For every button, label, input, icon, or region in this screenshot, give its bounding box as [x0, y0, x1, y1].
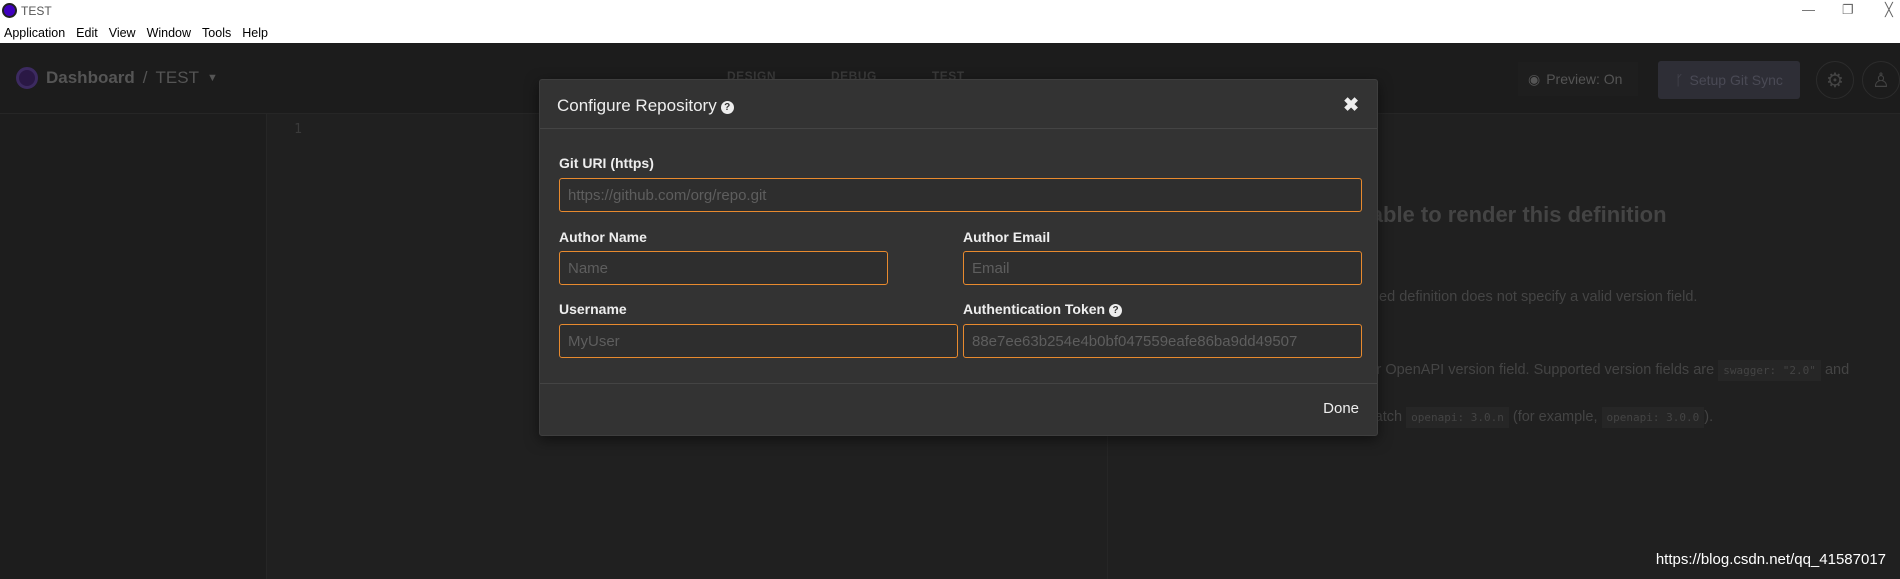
author-email-input[interactable]: [963, 251, 1362, 285]
git-uri-input[interactable]: [559, 178, 1362, 212]
user-icon: ♙: [1872, 69, 1890, 92]
modal-footer: Done: [540, 383, 1377, 435]
workspace-name[interactable]: TEST: [156, 68, 199, 88]
author-name-input[interactable]: [559, 251, 888, 285]
menu-view[interactable]: View: [109, 26, 136, 40]
menu-application[interactable]: Application: [4, 26, 65, 40]
git-uri-label: Git URI (https): [559, 155, 654, 171]
auth-token-label-text: Authentication Token: [963, 301, 1106, 317]
auth-token-input[interactable]: [963, 324, 1362, 358]
breadcrumb-separator: /: [142, 68, 148, 87]
help-icon[interactable]: ?: [1109, 304, 1123, 317]
auth-token-label: Authentication Token?: [963, 301, 1123, 317]
insomnia-logo-icon: [16, 67, 38, 89]
detail-text: (for example,: [1512, 409, 1598, 425]
close-window-icon[interactable]: ╳: [1885, 2, 1893, 18]
username-input[interactable]: [559, 324, 958, 358]
line-numbers: 1: [268, 114, 308, 579]
preview-label: Preview: On: [1546, 71, 1623, 87]
code-openapi-example: openapi: 3.0.0: [1601, 407, 1705, 428]
breadcrumb[interactable]: Dashboard / TEST ▼: [16, 67, 218, 89]
detail-text: ).: [1704, 409, 1714, 425]
settings-button[interactable]: ⚙: [1816, 61, 1854, 99]
modal-header: Configure Repository? ✖: [540, 80, 1377, 129]
line-number: 1: [294, 122, 302, 137]
menu-window[interactable]: Window: [147, 26, 191, 40]
watermark: https://blog.csdn.net/qq_41587017: [1655, 551, 1886, 568]
eye-icon: ◉: [1528, 70, 1541, 87]
breadcrumb-root[interactable]: Dashboard: [46, 68, 135, 88]
close-icon[interactable]: ✖: [1343, 94, 1359, 117]
code-swagger: swagger: "2.0": [1718, 360, 1821, 381]
done-button[interactable]: Done: [1323, 400, 1359, 417]
author-email-label: Author Email: [963, 229, 1051, 245]
git-sync-label: Setup Git Sync: [1689, 72, 1783, 88]
help-icon[interactable]: ?: [720, 101, 734, 114]
caret-down-icon[interactable]: ▼: [207, 72, 218, 84]
code-openapi-pattern: openapi: 3.0.n: [1406, 407, 1509, 428]
restore-icon[interactable]: ❐: [1842, 2, 1854, 18]
modal-title-text: Configure Repository: [557, 96, 717, 115]
git-branch-icon: ᚴ: [1675, 72, 1684, 88]
window-title: TEST: [21, 4, 52, 18]
preview-toggle[interactable]: ◉ Preview: On: [1518, 62, 1638, 96]
menu-bar: Application Edit View Window Tools Help: [0, 22, 1900, 43]
menu-tools[interactable]: Tools: [202, 26, 231, 40]
gear-icon: ⚙: [1826, 69, 1844, 92]
account-button[interactable]: ♙: [1862, 61, 1900, 99]
author-name-label: Author Name: [559, 229, 647, 245]
menu-help[interactable]: Help: [242, 26, 268, 40]
sidebar: [0, 114, 267, 579]
configure-repository-modal: Configure Repository? ✖ Git URI (https) …: [539, 79, 1378, 436]
setup-git-sync-button[interactable]: ᚴ Setup Git Sync: [1658, 61, 1800, 99]
app-logo-icon: [2, 3, 17, 18]
modal-title: Configure Repository?: [557, 96, 734, 116]
menu-edit[interactable]: Edit: [76, 26, 98, 40]
minimize-icon[interactable]: —: [1802, 2, 1815, 17]
window-titlebar: TEST — ❐ ╳: [0, 0, 1900, 22]
username-label: Username: [559, 301, 627, 317]
